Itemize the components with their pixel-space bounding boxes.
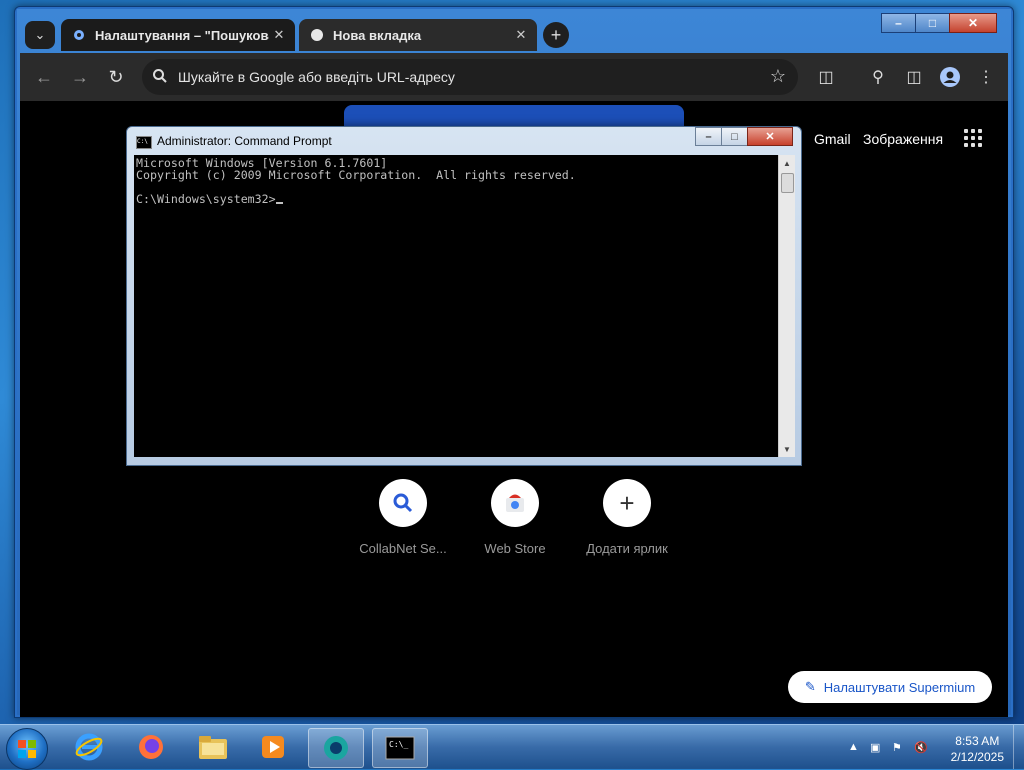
cmd-scrollbar[interactable]: ▲ ▼ [778, 155, 795, 457]
new-tab-button[interactable]: + [543, 22, 569, 48]
action-center-flag-icon[interactable]: ⚑ [892, 741, 902, 754]
tab-settings[interactable]: Налаштування – "Пошукова с ✕ [61, 19, 295, 51]
side-panel-icon[interactable]: ◫ [902, 65, 926, 89]
back-button[interactable]: ← [32, 65, 56, 89]
cmd-titlebar[interactable]: C:\ Administrator: Command Prompt – □ ✕ [127, 127, 801, 155]
customize-label: Налаштувати Supermium [823, 679, 976, 695]
labs-flask-icon[interactable]: ⚲ [866, 65, 890, 89]
clock[interactable]: 8:53 AM 2/12/2025 [951, 733, 1004, 765]
windows-logo-icon [18, 740, 36, 758]
browser-toolbar: ← → ↻ Шукайте в Google або введіть URL-а… [20, 53, 1008, 101]
shortcut-collabnet[interactable]: CollabNet Se... [353, 479, 453, 556]
cmd-window[interactable]: C:\ Administrator: Command Prompt – □ ✕ … [126, 126, 802, 466]
address-bar[interactable]: Шукайте в Google або введіть URL-адресу … [142, 59, 798, 95]
show-desktop-button[interactable] [1013, 725, 1024, 769]
tab-close-icon[interactable]: ✕ [511, 27, 531, 43]
shortcut-label: Додати ярлик [586, 541, 668, 556]
media-player-icon[interactable] [246, 728, 300, 766]
tab-bar: ⌄ Налаштування – "Пошукова с ✕ Нова вкла… [23, 19, 1011, 51]
network-icon[interactable]: ▣ [870, 741, 880, 754]
address-placeholder: Шукайте в Google або введіть URL-адресу [178, 69, 455, 85]
images-link[interactable]: Зображення [863, 131, 943, 147]
profile-avatar-icon[interactable] [938, 65, 962, 89]
tab-label: Нова вкладка [333, 27, 422, 43]
cmd-icon: C:\ [136, 136, 152, 149]
tab-close-icon[interactable]: ✕ [269, 27, 289, 43]
tab-search-button[interactable]: ⌄ [25, 21, 55, 49]
taskbar: C:\_ ▲ ▣ ⚑ 🔇 8:53 AM 2/12/2025 [0, 724, 1024, 770]
search-icon [152, 68, 168, 89]
shortcut-add[interactable]: + Додати ярлик [577, 479, 677, 556]
reload-button[interactable]: ↻ [104, 65, 128, 89]
web-store-icon [491, 479, 539, 527]
shortcut-label: CollabNet Se... [359, 541, 447, 556]
globe-icon [309, 27, 325, 43]
menu-kebab-icon[interactable]: ⋮ [974, 65, 998, 89]
shortcut-label: Web Store [484, 541, 546, 556]
cmd-window-controls: – □ ✕ [695, 127, 793, 146]
apps-grid-icon[interactable] [964, 129, 982, 147]
start-button[interactable] [6, 728, 48, 770]
scroll-thumb[interactable] [781, 173, 794, 193]
firefox-icon[interactable] [124, 728, 178, 766]
cmd-close-button[interactable]: ✕ [747, 127, 793, 146]
cmd-icon[interactable]: C:\_ [372, 728, 428, 768]
cmd-minimize-button[interactable]: – [695, 127, 722, 146]
scroll-down-arrow-icon[interactable]: ▼ [779, 441, 795, 457]
tab-label: Налаштування – "Пошукова с [95, 27, 269, 43]
gear-icon [71, 27, 87, 43]
console-output[interactable]: Microsoft Windows [Version 6.1.7601] Cop… [134, 155, 778, 457]
internet-explorer-icon[interactable] [62, 728, 116, 766]
pencil-icon: ✎ [804, 679, 816, 694]
plus-icon: + [603, 479, 651, 527]
volume-muted-icon[interactable]: 🔇 [914, 741, 928, 754]
system-tray: ▲ ▣ ⚑ 🔇 8:53 AM 2/12/2025 [834, 725, 1024, 769]
scroll-up-arrow-icon[interactable]: ▲ [779, 155, 795, 171]
forward-button[interactable]: → [68, 65, 92, 89]
bookmark-star-icon[interactable]: ☆ [770, 66, 786, 87]
customize-button[interactable]: ✎ Налаштувати Supermium [788, 671, 992, 703]
cmd-title: Administrator: Command Prompt [157, 134, 332, 148]
gmail-link[interactable]: Gmail [814, 131, 851, 147]
svg-text:C:\_: C:\_ [389, 740, 408, 749]
search-icon [379, 479, 427, 527]
clock-date: 2/12/2025 [950, 750, 1004, 764]
tab-new-tab[interactable]: Нова вкладка ✕ [299, 19, 537, 51]
chevron-down-icon: ⌄ [34, 27, 46, 42]
text-cursor [275, 202, 283, 204]
browser-app-icon[interactable] [308, 728, 364, 768]
cmd-maximize-button[interactable]: □ [721, 127, 748, 146]
clock-time: 8:53 AM [955, 734, 1000, 748]
console-prompt: C:\Windows\system32> [136, 192, 276, 206]
shortcut-web-store[interactable]: Web Store [465, 479, 565, 556]
extensions-icon[interactable]: ◫ [814, 65, 838, 89]
console-line: Copyright (c) 2009 Microsoft Corporation… [136, 168, 576, 182]
file-explorer-icon[interactable] [186, 728, 240, 766]
show-hidden-icons-icon[interactable]: ▲ [848, 741, 859, 753]
